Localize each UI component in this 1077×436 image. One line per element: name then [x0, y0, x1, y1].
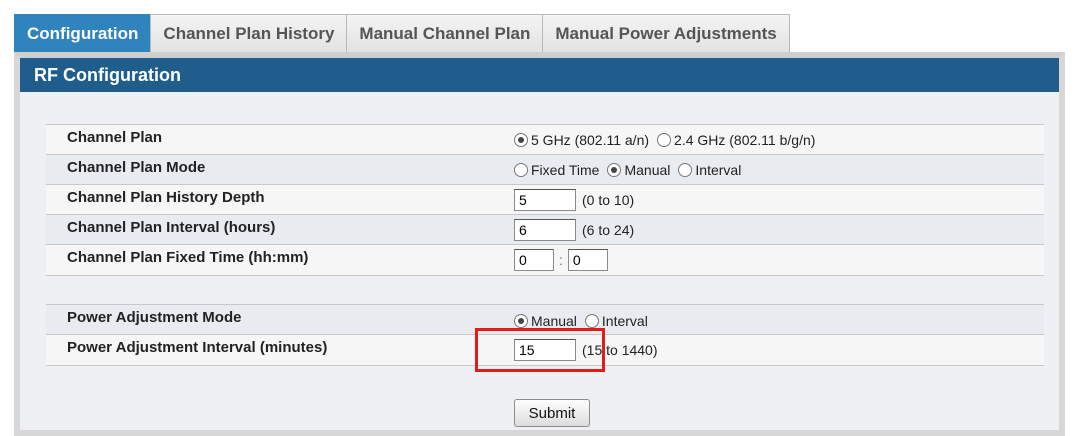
row-fixed-time: Channel Plan Fixed Time (hh:mm) :: [46, 244, 1044, 276]
fixed-time-minutes-input[interactable]: [567, 249, 608, 271]
power-mode-control: Manual Interval: [514, 309, 648, 333]
row-power-interval: Power Adjustment Interval (minutes) (15 …: [46, 334, 1044, 366]
fixed-time-separator: :: [559, 252, 563, 268]
row-history-depth: Channel Plan History Depth (0 to 10): [46, 184, 1044, 216]
channel-plan-label: Channel Plan: [67, 129, 163, 146]
tab-manual-channel-plan[interactable]: Manual Channel Plan: [346, 14, 544, 52]
radio-24ghz[interactable]: [657, 133, 672, 147]
radio-mode-manual-label: Manual: [624, 162, 671, 178]
tab-bar: Configuration Channel Plan History Manua…: [14, 14, 790, 52]
tab-manual-power-adjustments[interactable]: Manual Power Adjustments: [542, 14, 790, 52]
power-interval-control: (15 to 1440): [514, 338, 658, 362]
radio-fixed-time[interactable]: [514, 163, 528, 177]
power-interval-range: (15 to 1440): [582, 342, 658, 358]
row-channel-plan-mode: Channel Plan Mode Fixed Time Manual Inte…: [46, 154, 1044, 186]
submit-button[interactable]: Submit: [514, 399, 590, 427]
fixed-time-control: :: [514, 248, 608, 272]
row-channel-plan: Channel Plan 5 GHz (802.11 a/n) 2.4 GHz …: [46, 124, 1044, 156]
panel-title: RF Configuration: [20, 58, 1059, 92]
form-body: Channel Plan 5 GHz (802.11 a/n) 2.4 GHz …: [20, 92, 1059, 430]
fixed-time-label: Channel Plan Fixed Time (hh:mm): [67, 249, 309, 266]
history-depth-range: (0 to 10): [582, 192, 635, 208]
radio-mode-interval[interactable]: [678, 163, 693, 177]
channel-plan-control: 5 GHz (802.11 a/n) 2.4 GHz (802.11 b/g/n…: [514, 128, 815, 152]
power-interval-input[interactable]: [514, 339, 576, 361]
fixed-time-hours-input[interactable]: [514, 249, 554, 271]
plan-interval-input[interactable]: [514, 219, 576, 241]
plan-interval-label: Channel Plan Interval (hours): [67, 219, 276, 236]
power-mode-label: Power Adjustment Mode: [67, 309, 242, 326]
radio-power-manual-label: Manual: [531, 313, 577, 329]
tab-channel-plan-history[interactable]: Channel Plan History: [150, 14, 348, 52]
history-depth-input[interactable]: [514, 189, 576, 211]
radio-power-interval-label: Interval: [601, 313, 648, 329]
radio-5ghz-label: 5 GHz (802.11 a/n): [531, 132, 650, 148]
channel-plan-mode-control: Fixed Time Manual Interval: [514, 158, 741, 182]
history-depth-control: (0 to 10): [514, 188, 634, 212]
radio-24ghz-label: 2.4 GHz (802.11 b/g/n): [674, 132, 816, 148]
radio-mode-manual[interactable]: [607, 163, 622, 177]
row-power-mode: Power Adjustment Mode Manual Interval: [46, 304, 1044, 336]
radio-fixed-time-label: Fixed Time: [531, 162, 600, 178]
radio-mode-interval-label: Interval: [695, 162, 742, 178]
row-plan-interval: Channel Plan Interval (hours) (6 to 24): [46, 214, 1044, 246]
radio-power-interval[interactable]: [584, 314, 599, 328]
channel-plan-mode-label: Channel Plan Mode: [67, 159, 206, 176]
radio-5ghz[interactable]: [514, 133, 528, 147]
plan-interval-control: (6 to 24): [514, 218, 634, 242]
radio-power-manual[interactable]: [514, 314, 528, 328]
power-interval-label: Power Adjustment Interval (minutes): [67, 339, 328, 356]
history-depth-label: Channel Plan History Depth: [67, 189, 265, 206]
tab-configuration[interactable]: Configuration: [14, 14, 152, 52]
rf-configuration-panel: RF Configuration Channel Plan 5 GHz (802…: [14, 52, 1065, 436]
plan-interval-range: (6 to 24): [582, 222, 635, 238]
